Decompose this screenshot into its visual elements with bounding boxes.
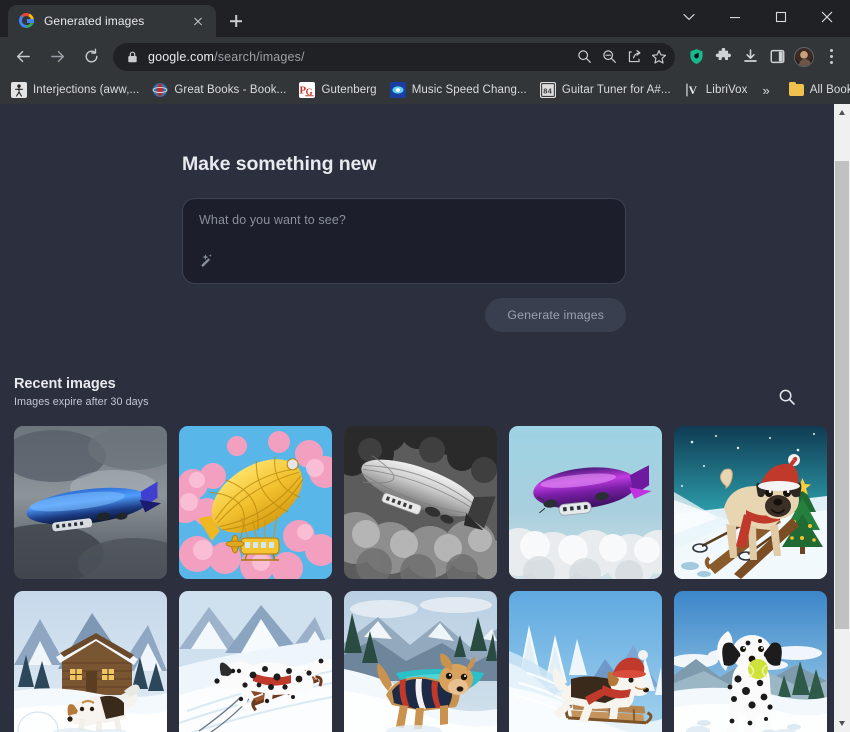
google-favicon-icon [19,13,35,29]
generated-image-thumbnail[interactable] [509,591,662,732]
side-panel-icon[interactable] [764,43,790,71]
all-bookmarks-label: All Bookmarks [809,84,850,96]
recent-section: Recent images Images expire after 30 day… [0,376,834,732]
minimize-icon[interactable] [712,0,758,33]
bookmarks-bar: Interjections (aww,... Great Books - Boo… [0,76,850,104]
bookmark-label: Interjections (aww,... [33,84,140,96]
generated-image-thumbnail[interactable] [14,591,167,732]
recent-header-text: Recent images Images expire after 30 day… [14,376,149,408]
generated-image-thumbnail[interactable] [179,591,332,732]
recent-images-subtitle: Images expire after 30 days [14,396,149,408]
generated-image-thumbnail[interactable] [509,426,662,579]
url-text: google.com/search/images/ [148,50,572,64]
bookmark-item[interactable]: 84 Guitar Tuner for A#... [535,79,679,101]
librivox-icon: V [684,82,700,98]
zoom-out-icon[interactable] [597,45,621,69]
chevron-down-icon[interactable] [666,0,712,33]
omnibox-actions [572,45,671,69]
bookmark-label: Guitar Tuner for A#... [561,84,671,96]
chrome-menu-icon[interactable] [818,43,844,71]
address-bar[interactable]: google.com/search/images/ [113,42,675,71]
music-icon [389,82,406,98]
maximize-icon[interactable] [758,0,804,33]
generated-image-thumbnail[interactable] [179,426,332,579]
shield-extension-icon[interactable] [683,43,709,71]
recent-images-grid [14,426,827,732]
bookmark-label: LibriVox [705,84,748,96]
browser-window: Generated images google.com/search/image… [0,0,850,732]
share-icon[interactable] [622,45,646,69]
page-title: Make something new [182,153,377,175]
new-tab-button[interactable] [222,7,250,35]
bookmark-item[interactable]: Great Books - Book... [147,79,294,101]
bookmark-label: Music Speed Chang... [411,84,527,96]
generate-row: Generate images [182,298,626,332]
reload-icon[interactable] [77,43,105,71]
generate-images-button[interactable]: Generate images [485,298,626,332]
scrollbar-thumb[interactable] [835,161,849,629]
bookmark-label: Gutenberg [321,84,377,96]
generated-image-thumbnail[interactable] [674,591,827,732]
browser-toolbar: google.com/search/images/ [0,37,850,76]
avatar[interactable] [791,43,817,71]
magic-wand-icon[interactable] [196,252,214,270]
recent-header: Recent images Images expire after 30 day… [14,376,820,412]
forward-icon[interactable] [43,43,71,71]
generated-image-thumbnail[interactable] [674,426,827,579]
prompt-input[interactable]: What do you want to see? [182,198,626,284]
tuner-icon: 84 [539,82,556,98]
bookmark-item[interactable]: Music Speed Chang... [385,79,535,101]
bookmark-label: Great Books - Book... [174,84,287,96]
bookmark-item[interactable]: PG Gutenberg [294,79,384,101]
search-icon[interactable] [572,45,596,69]
url-domain: google.com [148,49,215,64]
page-scrollbar[interactable] [834,104,850,732]
hero-section: Make something new What do you want to s… [0,104,834,332]
folder-icon [788,81,804,96]
pg-icon: PG [299,82,316,98]
bookmark-item[interactable]: V LibriVox [679,79,756,101]
url-path: /search/images/ [214,49,305,64]
recent-images-title: Recent images [14,376,116,392]
tab-title: Generated images [44,14,145,28]
prompt-placeholder: What do you want to see? [199,213,346,227]
tab-strip: Generated images [0,0,850,37]
bookmark-item[interactable]: Interjections (aww,... [6,79,147,101]
generated-image-thumbnail[interactable] [344,591,497,732]
window-controls [666,0,850,33]
all-bookmarks-button[interactable]: All Bookmarks [785,79,850,101]
puzzle-extensions-icon[interactable] [710,43,736,71]
generated-image-thumbnail[interactable] [344,426,497,579]
generated-image-thumbnail[interactable] [14,426,167,579]
svg-text:4: 4 [547,86,552,95]
close-icon[interactable] [189,12,207,30]
bookmarks-overflow-button[interactable]: » [756,83,777,98]
globe-icon [152,82,168,98]
web-page: Make something new What do you want to s… [0,104,834,732]
bookmark-star-icon[interactable] [647,45,671,69]
close-window-icon[interactable] [804,0,850,33]
back-icon[interactable] [9,43,37,71]
downloads-icon[interactable] [737,43,763,71]
browser-tab[interactable]: Generated images [8,5,216,37]
search-icon[interactable] [772,382,802,412]
page-viewport: Make something new What do you want to s… [0,104,850,732]
padlock-icon [125,51,139,63]
toolbar-extension-icons [681,43,844,71]
person-icon [11,82,27,98]
scroll-up-arrow-icon[interactable] [834,104,850,121]
scroll-down-arrow-icon[interactable] [834,715,850,732]
svg-text:V: V [688,85,697,97]
